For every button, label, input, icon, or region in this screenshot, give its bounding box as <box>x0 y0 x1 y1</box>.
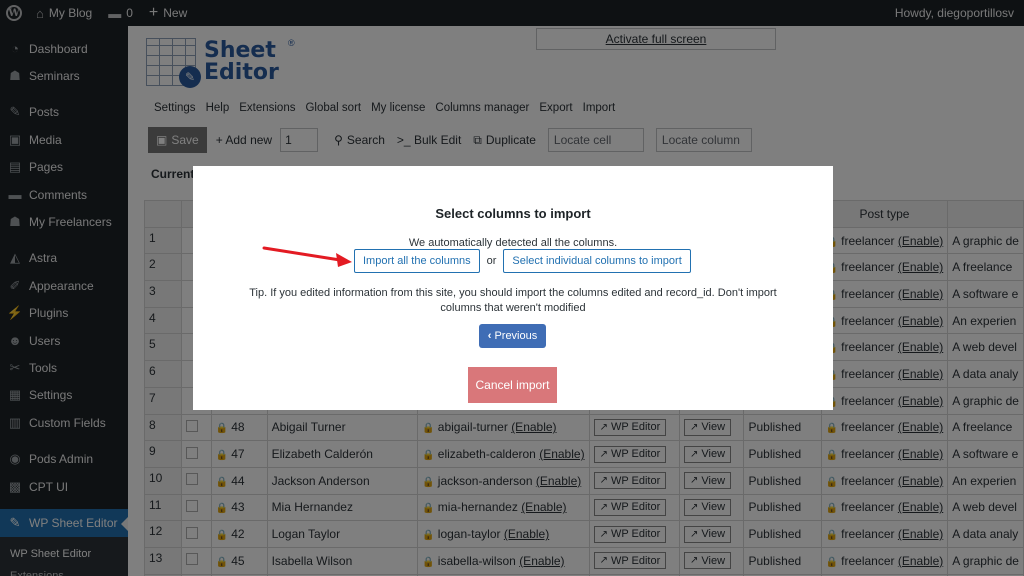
cancel-import-button[interactable]: Cancel import <box>468 367 557 403</box>
import-all-columns-button[interactable]: Import all the columns <box>354 249 480 273</box>
import-choices: Import all the columns or Select individ… <box>354 249 691 273</box>
import-columns-modal: Select columns to import We automaticall… <box>193 166 833 410</box>
modal-title: Select columns to import <box>435 206 591 221</box>
chevron-left-icon: ‹ <box>487 330 492 342</box>
tip-text: Tip. If you edited information from this… <box>249 287 777 314</box>
previous-button[interactable]: ‹ Previous <box>479 324 546 348</box>
select-individual-columns-button[interactable]: Select individual columns to import <box>503 249 691 273</box>
or-text: or <box>486 255 497 267</box>
annotation-arrow <box>262 246 352 267</box>
